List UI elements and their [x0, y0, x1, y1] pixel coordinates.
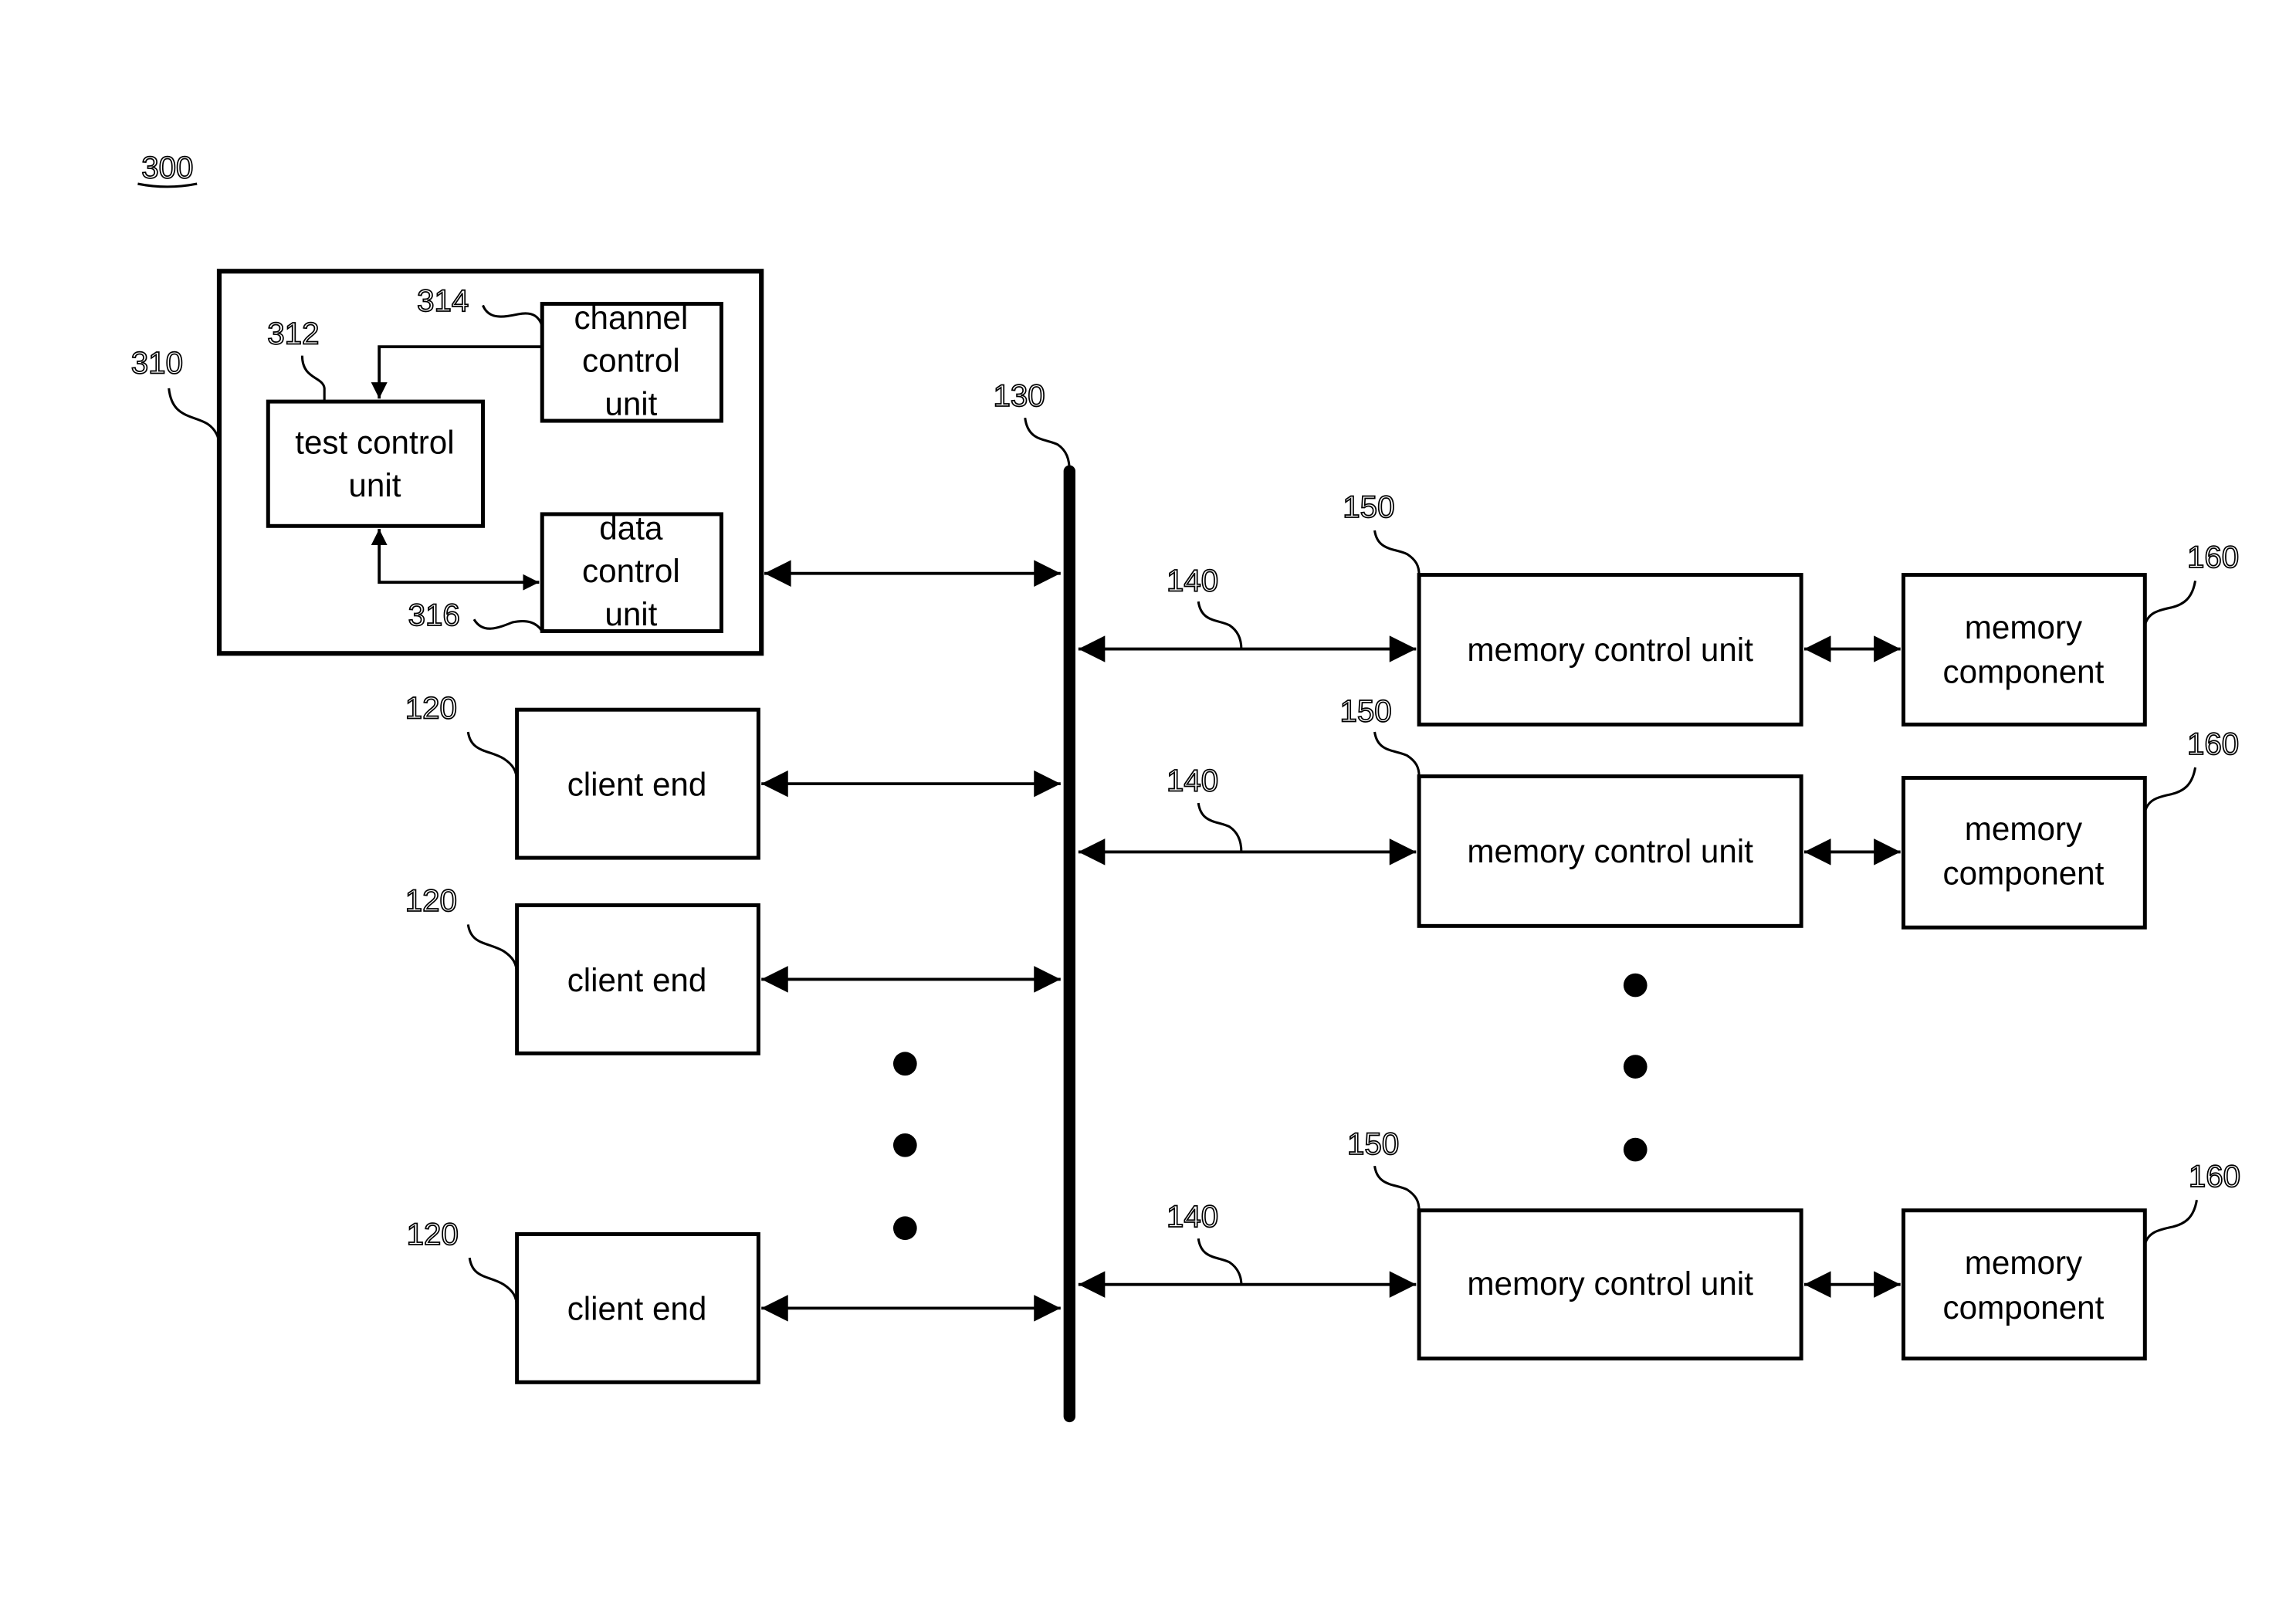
- channel-row-2: 140 memory control unit 150 memory compo…: [1078, 693, 2240, 930]
- client-end-ref: 120: [405, 883, 457, 918]
- client-end-label: client end: [567, 962, 707, 998]
- memory-control-unit-ref: 150: [1343, 489, 1394, 524]
- memory-component-leader: [2143, 581, 2197, 626]
- memory-component-label-1: memory: [1965, 1245, 2083, 1281]
- client-end-leader: [466, 924, 519, 975]
- channels-ellipsis: [1623, 973, 1647, 1162]
- channel-ref: 140: [1167, 764, 1218, 798]
- ellipsis-dot: [1623, 1137, 1647, 1162]
- client-end-label: client end: [567, 766, 707, 802]
- tester-310: 310 test control unit 312 channel contro…: [130, 269, 764, 656]
- test-control-unit-label-1: test control: [295, 424, 454, 460]
- client-end-leader: [468, 1257, 519, 1309]
- tester-leader: [168, 388, 221, 445]
- figure-number-text: 300: [141, 150, 193, 185]
- ellipsis-dot: [1623, 973, 1647, 998]
- test-control-unit-label-2: unit: [348, 467, 401, 503]
- client-end-ref: 120: [405, 691, 457, 726]
- client-end-leader: [466, 731, 519, 783]
- client-end-3: client end 120: [406, 1216, 1061, 1384]
- memory-component-label-2: component: [1943, 1289, 2105, 1326]
- tester-ref: 310: [131, 346, 183, 381]
- bus-ref: 130: [993, 378, 1045, 413]
- channel-leader: [1197, 601, 1243, 649]
- memory-component-ref: 160: [2189, 1159, 2240, 1194]
- memory-component-label-1: memory: [1965, 609, 2083, 645]
- channel-row-1: 140 memory control unit 150 memory compo…: [1078, 489, 2240, 727]
- memory-control-unit-ref: 150: [1339, 694, 1391, 729]
- data-control-unit-label-1: data: [599, 510, 663, 547]
- memory-component-box[interactable]: [1901, 573, 2147, 727]
- figure-number: 300: [137, 150, 198, 188]
- memory-component-box[interactable]: [1901, 1208, 2147, 1361]
- diagram-canvas: 300 310 test control unit 312 channel co…: [130, 150, 2241, 1423]
- memory-component-label-1: memory: [1965, 811, 2083, 847]
- channel-leader: [1197, 802, 1243, 852]
- memory-component-label-2: component: [1943, 654, 2105, 690]
- memory-control-unit-leader: [1373, 1165, 1421, 1211]
- data-control-unit-ref: 316: [408, 598, 460, 632]
- memory-control-unit-leader: [1373, 530, 1421, 575]
- test-control-unit-box[interactable]: [266, 399, 485, 528]
- ellipsis-dot: [892, 1216, 917, 1241]
- channel-control-unit-label-1: channel: [574, 300, 688, 336]
- memory-component-ref: 160: [2187, 727, 2239, 761]
- client-end-2: client end 120: [405, 882, 1061, 1055]
- memory-component-ref: 160: [2187, 540, 2239, 574]
- ellipsis-dot: [1623, 1055, 1647, 1079]
- channel-control-unit-label-2: control: [582, 343, 680, 379]
- test-control-unit-ref: 312: [267, 316, 319, 351]
- client-end-ref: 120: [407, 1217, 459, 1252]
- bus-130: 130: [993, 378, 1075, 1423]
- clients-ellipsis: [892, 1052, 917, 1241]
- memory-component-leader: [2143, 767, 2197, 813]
- channel-row-3: 140 memory control unit 150 memory compo…: [1078, 1126, 2241, 1361]
- memory-component-box[interactable]: [1901, 775, 2147, 930]
- memory-component-label-2: component: [1943, 855, 2105, 892]
- channel-control-unit-label-3: unit: [604, 385, 657, 422]
- memory-control-unit-label: memory control unit: [1467, 632, 1753, 668]
- client-end-label: client end: [567, 1291, 707, 1327]
- memory-control-unit-label: memory control unit: [1467, 1265, 1753, 1302]
- channel-ref: 140: [1167, 564, 1218, 598]
- client-end-1: client end 120: [405, 690, 1061, 860]
- ellipsis-dot: [892, 1052, 917, 1076]
- memory-control-unit-ref: 150: [1347, 1126, 1399, 1161]
- channel-ref: 140: [1167, 1199, 1218, 1234]
- ellipsis-dot: [892, 1133, 917, 1157]
- memory-control-unit-label: memory control unit: [1467, 833, 1753, 869]
- memory-control-unit-leader: [1373, 731, 1421, 777]
- bus-leader: [1024, 417, 1071, 472]
- channel-control-unit-ref: 314: [417, 283, 469, 318]
- channel-leader: [1197, 1238, 1243, 1285]
- data-control-unit-label-2: control: [582, 553, 680, 589]
- memory-component-leader: [2143, 1200, 2198, 1245]
- data-control-unit-label-3: unit: [604, 596, 657, 632]
